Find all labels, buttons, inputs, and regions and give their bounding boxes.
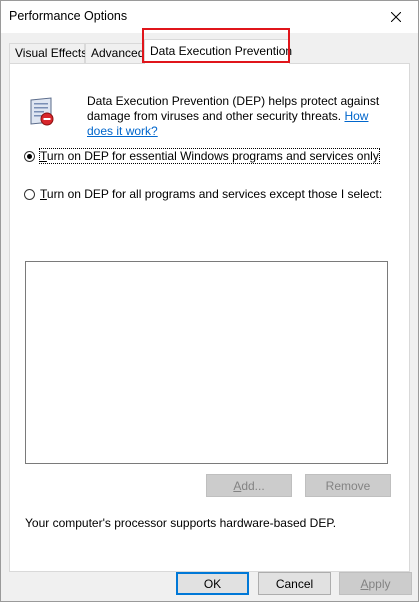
close-button[interactable]: [374, 1, 418, 32]
cancel-button[interactable]: Cancel: [258, 572, 331, 595]
radio-essential-button[interactable]: [24, 150, 35, 162]
radio-all-label[interactable]: Turn on DEP for all programs and service…: [40, 187, 382, 201]
tab-advanced[interactable]: Advanced: [85, 43, 144, 63]
add-button[interactable]: Add...: [206, 474, 292, 497]
dialog-client-area: Visual Effects Advanced Data Execution P…: [1, 33, 418, 601]
radio-all-row[interactable]: Turn on DEP for all programs and service…: [24, 187, 382, 201]
dep-description-text: Data Execution Prevention (DEP) helps pr…: [87, 94, 380, 123]
processor-support-text: Your computer's processor supports hardw…: [25, 516, 337, 530]
dep-shield-icon: [30, 97, 54, 126]
remove-button[interactable]: Remove: [305, 474, 391, 497]
radio-essential-row[interactable]: Turn on DEP for essential Windows progra…: [24, 148, 380, 164]
close-icon: [391, 11, 401, 22]
window-title: Performance Options: [9, 9, 128, 23]
ok-button[interactable]: OK: [176, 572, 249, 595]
title-bar: Performance Options: [1, 1, 418, 33]
dep-tab-panel: Data Execution Prevention (DEP) helps pr…: [9, 63, 410, 572]
apply-button[interactable]: Apply: [339, 572, 412, 595]
exceptions-listbox[interactable]: [25, 261, 388, 464]
dep-description: Data Execution Prevention (DEP) helps pr…: [87, 94, 387, 139]
tab-data-execution-prevention[interactable]: Data Execution Prevention: [144, 39, 292, 64]
tab-visual-effects[interactable]: Visual Effects: [9, 43, 87, 63]
radio-essential-label[interactable]: Turn on DEP for essential Windows progra…: [39, 148, 380, 164]
radio-all-button[interactable]: [24, 188, 35, 200]
performance-options-window: Performance Options Visual Effects Advan…: [0, 0, 419, 602]
